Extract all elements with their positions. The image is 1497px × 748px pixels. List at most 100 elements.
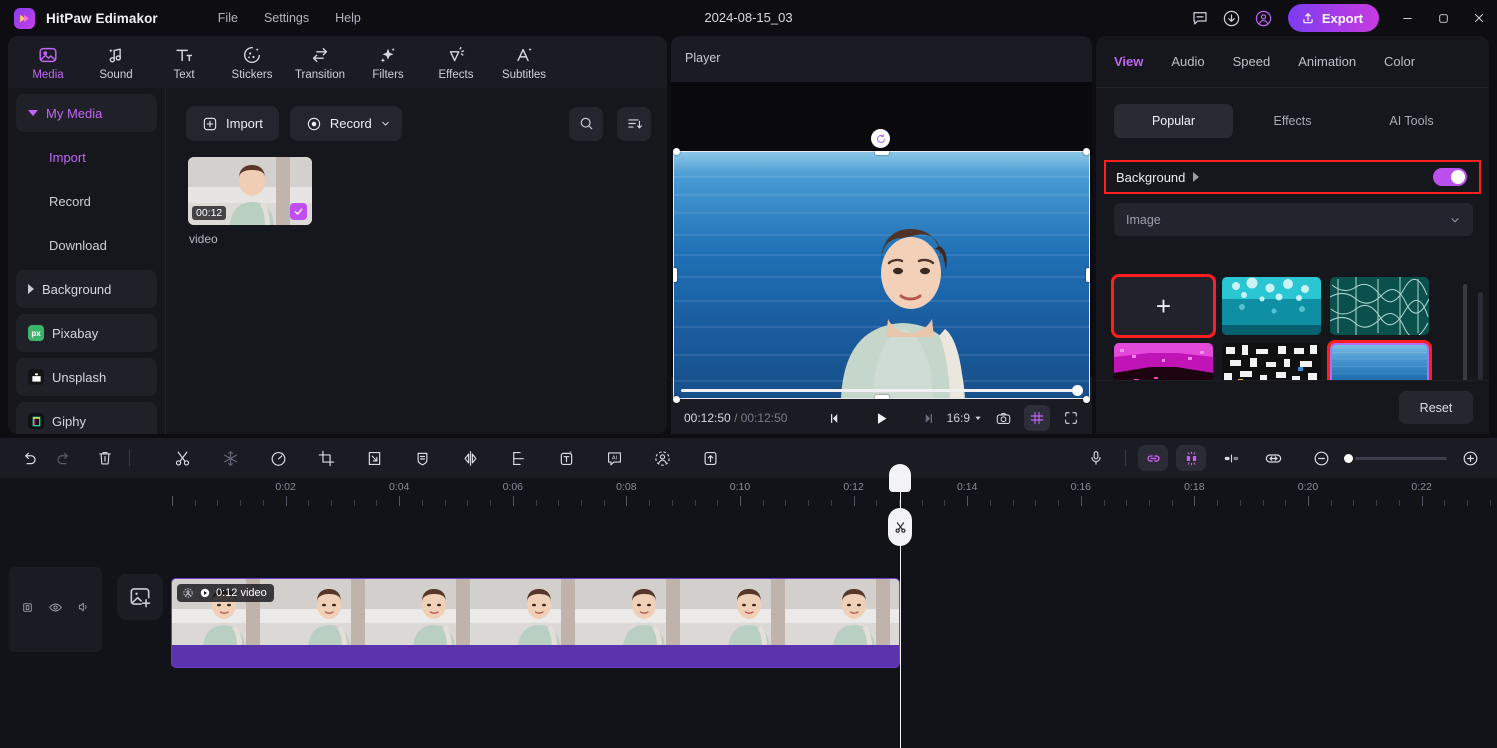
properties-panel-scrollbar[interactable] <box>1478 292 1483 380</box>
background-tile-dark-teal-veins[interactable] <box>1330 277 1429 335</box>
player-canvas[interactable] <box>673 151 1090 399</box>
eye-icon[interactable] <box>48 600 63 620</box>
fullscreen-icon[interactable] <box>1058 405 1084 431</box>
minimize-icon[interactable] <box>1389 0 1425 36</box>
timeline-playhead[interactable] <box>888 464 912 748</box>
ai-caption-icon[interactable]: AI <box>597 443 631 473</box>
background-tile-teal-splash[interactable] <box>1222 277 1321 335</box>
sidebar-item-pixabay[interactable]: px Pixabay <box>16 314 157 352</box>
export-button[interactable]: Export <box>1287 4 1379 32</box>
record-button[interactable]: Record <box>289 106 402 141</box>
menu-settings[interactable]: Settings <box>251 6 322 30</box>
tool-tab-transition[interactable]: Transition <box>286 37 354 87</box>
maximize-icon[interactable] <box>1425 0 1461 36</box>
magnet-icon[interactable] <box>1176 445 1206 471</box>
delete-icon[interactable] <box>88 443 122 473</box>
playhead-handle[interactable] <box>889 464 911 492</box>
media-selected-checkbox[interactable] <box>290 203 307 220</box>
undo-icon[interactable] <box>12 443 46 473</box>
resize-handle-top-right[interactable] <box>1083 148 1090 155</box>
tool-tab-subtitles[interactable]: Subtitles <box>490 37 558 87</box>
tool-tab-effects[interactable]: Effects <box>422 37 490 87</box>
menu-file[interactable]: File <box>205 6 251 30</box>
lock-icon[interactable] <box>21 601 34 619</box>
download-icon[interactable] <box>1216 2 1248 34</box>
sidebar-item-download[interactable]: Download <box>16 226 157 264</box>
sidebar-item-unsplash[interactable]: Unsplash <box>16 358 157 396</box>
account-icon[interactable] <box>1248 2 1280 34</box>
marker-icon[interactable] <box>405 443 439 473</box>
crop-icon[interactable] <box>309 443 343 473</box>
grid-icon[interactable] <box>1024 405 1050 431</box>
export-frame-icon[interactable] <box>357 443 391 473</box>
import-button[interactable]: Import <box>186 106 279 141</box>
tool-tab-filters[interactable]: Filters <box>354 37 422 87</box>
media-thumbnail[interactable]: 00:12 <box>188 157 312 225</box>
tab-color[interactable]: Color <box>1384 54 1415 69</box>
align-icon[interactable] <box>501 443 535 473</box>
segment-popular[interactable]: Popular <box>1114 104 1233 138</box>
mirror-icon[interactable] <box>453 443 487 473</box>
timeline-clip[interactable]: 0:12 video <box>171 578 900 668</box>
aspect-ratio-selector[interactable]: 16:9 <box>947 411 982 425</box>
background-source-select[interactable]: Image <box>1114 203 1473 236</box>
playhead-split-button[interactable] <box>888 508 912 546</box>
tab-speed[interactable]: Speed <box>1233 54 1271 69</box>
search-icon[interactable] <box>569 106 603 141</box>
sidebar-item-my-media[interactable]: My Media <box>16 94 157 132</box>
prev-frame-icon[interactable] <box>821 405 847 431</box>
player-seek-bar[interactable] <box>681 384 1083 398</box>
microphone-icon[interactable] <box>1079 443 1113 473</box>
timeline-ruler[interactable]: 0:02 0:04 0:06 0:08 0:10 0:12 0:14 0:16 0:18 0:20… <box>0 478 1497 506</box>
upload-icon[interactable] <box>693 443 727 473</box>
sort-icon[interactable] <box>617 106 651 141</box>
add-text-icon[interactable] <box>549 443 583 473</box>
mute-icon[interactable] <box>77 600 91 619</box>
feedback-icon[interactable] <box>1184 2 1216 34</box>
tab-audio[interactable]: Audio <box>1171 54 1204 69</box>
segment-ai-tools[interactable]: AI Tools <box>1352 104 1471 138</box>
background-toggle[interactable] <box>1433 168 1467 186</box>
portrait-cutout-icon[interactable] <box>645 443 679 473</box>
redo-icon[interactable] <box>46 443 80 473</box>
fit-timeline-icon[interactable] <box>1256 443 1290 473</box>
next-frame-icon[interactable] <box>917 405 943 431</box>
sidebar-item-record[interactable]: Record <box>16 182 157 220</box>
close-icon[interactable] <box>1461 0 1497 36</box>
snapshot-icon[interactable] <box>990 405 1016 431</box>
seek-knob[interactable] <box>1072 385 1083 396</box>
link-icon[interactable] <box>1138 445 1168 471</box>
background-section-header[interactable]: Background <box>1104 160 1481 194</box>
resize-handle-right[interactable] <box>1086 268 1090 282</box>
tab-animation[interactable]: Animation <box>1298 54 1356 69</box>
zoom-slider[interactable] <box>1344 453 1447 463</box>
freeze-frame-icon[interactable] <box>213 443 247 473</box>
menu-help[interactable]: Help <box>322 6 374 30</box>
split-view-icon[interactable] <box>1214 443 1248 473</box>
sidebar-item-import[interactable]: Import <box>16 138 157 176</box>
sidebar-item-background[interactable]: Background <box>16 270 157 308</box>
zoom-in-icon[interactable] <box>1453 443 1487 473</box>
reset-button[interactable]: Reset <box>1399 391 1473 424</box>
play-icon[interactable] <box>869 405 895 431</box>
tool-tab-media[interactable]: Media <box>14 37 82 87</box>
sidebar-item-giphy[interactable]: Giphy <box>16 402 157 434</box>
rotate-handle-icon[interactable] <box>871 129 890 148</box>
media-item[interactable]: 00:12 video <box>188 157 312 246</box>
resize-handle-top[interactable] <box>874 151 889 155</box>
zoom-slider-track[interactable] <box>1355 456 1447 460</box>
resize-handle-left[interactable] <box>673 268 677 282</box>
timeline[interactable]: 0:02 0:04 0:06 0:08 0:10 0:12 0:14 0:16 0:18 0:20… <box>0 464 1497 748</box>
zoom-slider-knob[interactable] <box>1344 453 1353 463</box>
speed-icon[interactable] <box>261 443 295 473</box>
split-icon[interactable] <box>165 443 199 473</box>
zoom-out-icon[interactable] <box>1304 443 1338 473</box>
add-background-tile[interactable]: + <box>1111 274 1216 338</box>
tool-tab-text[interactable]: Text <box>150 37 218 87</box>
segment-effects[interactable]: Effects <box>1233 104 1352 138</box>
add-media-icon[interactable] <box>117 574 163 620</box>
tool-tab-stickers[interactable]: Stickers <box>218 37 286 87</box>
tool-tab-sound[interactable]: Sound <box>82 37 150 87</box>
tab-view[interactable]: View <box>1114 54 1143 69</box>
resize-handle-top-left[interactable] <box>673 148 680 155</box>
